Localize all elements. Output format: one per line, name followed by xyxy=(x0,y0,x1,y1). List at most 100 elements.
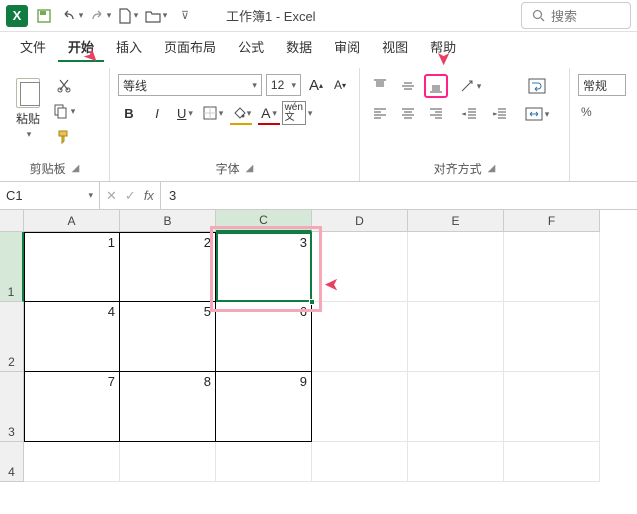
qat-customize-button[interactable]: ⊽ xyxy=(172,4,196,28)
cell-F1[interactable] xyxy=(504,232,600,302)
borders-button[interactable]: ▾ xyxy=(202,102,224,124)
search-box[interactable]: 搜索 xyxy=(521,2,631,29)
fill-handle[interactable] xyxy=(309,299,315,305)
decrease-indent-button[interactable] xyxy=(458,102,482,126)
cell-B3[interactable]: 8 xyxy=(120,372,216,442)
font-color-button[interactable]: A▾ xyxy=(258,103,280,125)
cell-E4[interactable] xyxy=(408,442,504,482)
cell-C3[interactable]: 9 xyxy=(216,372,312,442)
cell-E3[interactable] xyxy=(408,372,504,442)
annotation-arrow-cell: ➤ xyxy=(324,274,339,295)
open-button[interactable]: ▾ xyxy=(144,4,168,28)
orientation-button[interactable]: ▾ xyxy=(458,74,482,98)
cut-button[interactable] xyxy=(52,74,76,96)
cell-C2[interactable]: 6 xyxy=(216,302,312,372)
tab-insert[interactable]: 插入 xyxy=(106,31,152,62)
cell-C4[interactable] xyxy=(216,442,312,482)
row-header-3[interactable]: 3 xyxy=(0,372,24,442)
group-number: 常规 % xyxy=(570,68,625,181)
tab-page-layout[interactable]: 页面布局 xyxy=(154,31,226,62)
col-header-D[interactable]: D xyxy=(312,210,408,232)
paste-button[interactable]: 粘贴 ▾ xyxy=(8,74,48,140)
cell-B2[interactable]: 5 xyxy=(120,302,216,372)
row-header-1[interactable]: 1 xyxy=(0,232,24,302)
cell-F4[interactable] xyxy=(504,442,600,482)
increase-font-button[interactable]: A▴ xyxy=(305,74,327,96)
window-title: 工作簿1 - Excel xyxy=(226,6,316,25)
cell-B4[interactable] xyxy=(120,442,216,482)
row-header-2[interactable]: 2 xyxy=(0,302,24,372)
font-size-combo[interactable]: 12▾ xyxy=(266,74,301,96)
copy-button[interactable]: ▾ xyxy=(52,100,76,122)
fill-color-button[interactable]: ▾ xyxy=(230,103,252,125)
bold-button[interactable]: B xyxy=(118,102,140,124)
cell-D3[interactable] xyxy=(312,372,408,442)
merge-cells-button[interactable]: ▾ xyxy=(524,102,550,126)
cell-F3[interactable] xyxy=(504,372,600,442)
tab-formulas[interactable]: 公式 xyxy=(228,31,274,62)
scissors-icon xyxy=(56,77,72,93)
save-button[interactable] xyxy=(32,4,56,28)
cell-E1[interactable] xyxy=(408,232,504,302)
align-left-button[interactable] xyxy=(368,102,392,126)
formula-input[interactable]: 3 xyxy=(161,182,637,209)
brush-icon xyxy=(56,129,72,145)
italic-button[interactable]: I xyxy=(146,102,168,124)
group-clipboard: 粘贴 ▾ ▾ 剪贴板◢ xyxy=(0,68,110,181)
cell-A2[interactable]: 4 xyxy=(24,302,120,372)
align-top-button[interactable] xyxy=(368,74,392,98)
font-name-combo[interactable]: 等线▾ xyxy=(118,74,262,96)
tab-review[interactable]: 审阅 xyxy=(324,31,370,62)
format-painter-button[interactable] xyxy=(52,126,76,148)
wrap-icon xyxy=(528,78,546,94)
cell-A1[interactable]: 1 xyxy=(24,232,120,302)
col-header-E[interactable]: E xyxy=(408,210,504,232)
row-header-4[interactable]: 4 xyxy=(0,442,24,482)
redo-button[interactable]: ▾ xyxy=(88,4,112,28)
cell-B1[interactable]: 2 xyxy=(120,232,216,302)
cancel-formula-button[interactable]: ✕ xyxy=(106,188,117,204)
cell-D4[interactable] xyxy=(312,442,408,482)
title-bar: X ▾ ▾ ▾ ▾ ⊽ 工作簿1 - Excel 搜索 xyxy=(0,0,637,32)
name-box[interactable]: C1▾ xyxy=(0,182,100,209)
tab-data[interactable]: 数据 xyxy=(276,31,322,62)
annotation-arrow-align: ➤ xyxy=(433,51,454,66)
wrap-text-button[interactable] xyxy=(524,74,550,98)
ribbon-tabs: 文件 开始 插入 页面布局 公式 数据 审阅 视图 帮助 ➤ xyxy=(0,32,637,62)
font-launcher[interactable]: ◢ xyxy=(246,163,254,174)
tab-view[interactable]: 视图 xyxy=(372,31,418,62)
fx-icon[interactable]: fx xyxy=(144,188,154,203)
cell-A4[interactable] xyxy=(24,442,120,482)
enter-formula-button[interactable]: ✓ xyxy=(125,188,136,204)
col-header-B[interactable]: B xyxy=(120,210,216,232)
clipboard-launcher[interactable]: ◢ xyxy=(72,163,80,174)
cell-F2[interactable] xyxy=(504,302,600,372)
col-header-C[interactable]: C xyxy=(216,210,312,232)
new-file-button[interactable]: ▾ xyxy=(116,4,140,28)
alignment-group-label: 对齐方式 xyxy=(434,160,482,177)
select-all-corner[interactable] xyxy=(0,210,24,232)
cell-C1[interactable]: 3 xyxy=(216,232,312,302)
underline-button[interactable]: U▾ xyxy=(174,102,196,124)
phonetic-guide-button[interactable]: wén文▾ xyxy=(286,102,308,124)
search-icon xyxy=(532,9,545,22)
cell-D2[interactable] xyxy=(312,302,408,372)
col-header-A[interactable]: A xyxy=(24,210,120,232)
search-placeholder: 搜索 xyxy=(551,6,577,25)
align-center-button[interactable] xyxy=(396,102,420,126)
border-icon xyxy=(203,106,217,120)
align-right-button[interactable] xyxy=(424,102,448,126)
number-format-combo[interactable]: 常规 xyxy=(578,74,626,96)
align-middle-button[interactable] xyxy=(396,74,420,98)
decrease-font-button[interactable]: A▾ xyxy=(329,74,351,96)
accounting-format-button[interactable]: % xyxy=(578,100,602,124)
col-header-F[interactable]: F xyxy=(504,210,600,232)
alignment-launcher[interactable]: ◢ xyxy=(488,163,496,174)
cell-E2[interactable] xyxy=(408,302,504,372)
undo-button[interactable]: ▾ xyxy=(60,4,84,28)
increase-indent-button[interactable] xyxy=(488,102,512,126)
paste-icon xyxy=(14,74,42,108)
cell-A3[interactable]: 7 xyxy=(24,372,120,442)
align-bottom-button[interactable] xyxy=(424,74,448,98)
tab-file[interactable]: 文件 xyxy=(10,31,56,62)
